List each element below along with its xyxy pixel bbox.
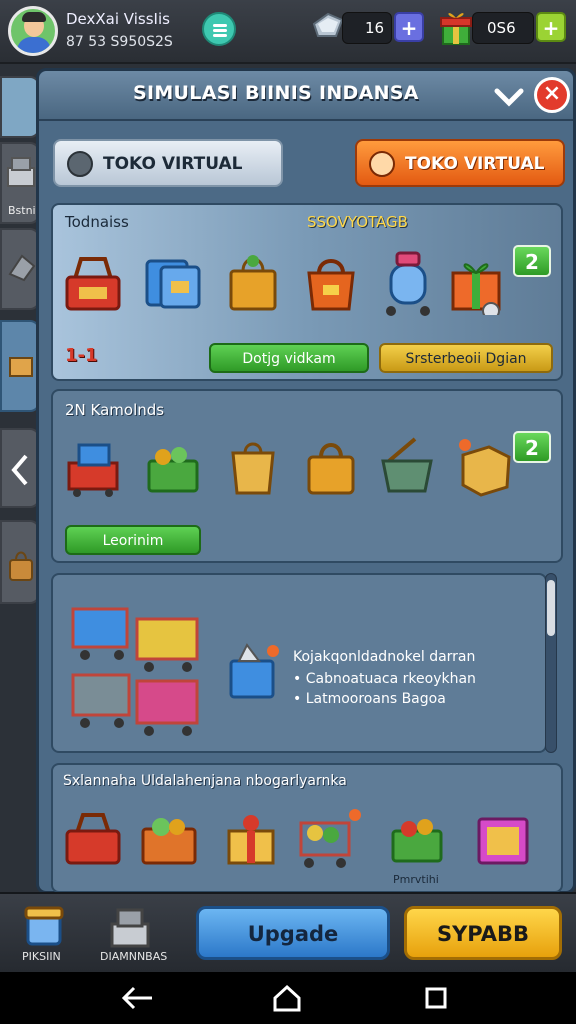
info-line-1: Kojakqonldadnokel darran <box>293 649 476 665</box>
shop-icon <box>9 357 33 377</box>
coins-counter: 0S6 <box>472 12 534 44</box>
sidebar-tab-bag[interactable] <box>0 520 40 604</box>
gems-value: 16 <box>365 19 385 37</box>
grocery-cart-icon[interactable] <box>293 807 363 871</box>
teal-basket-icon[interactable] <box>375 435 439 499</box>
red-basket-icon[interactable] <box>61 251 125 315</box>
store-jar-icon[interactable] <box>22 904 66 948</box>
category-items-card: 2N Kamolnds 2 Leorinim <box>51 389 563 563</box>
pink-shelf-icon[interactable] <box>471 807 535 871</box>
add-coins-button[interactable]: + <box>536 12 566 42</box>
panel-title: SIMULASI BIINIS INDANSA <box>133 82 419 104</box>
upgrade-button[interactable]: Upgade <box>196 906 390 960</box>
sidebar-tab-back[interactable] <box>0 428 40 508</box>
tools-icon <box>8 254 36 282</box>
red-basket-icon[interactable] <box>61 807 125 871</box>
sidebar-tab-shop[interactable] <box>0 320 40 412</box>
top-hud: DexXai VissIis 87 53 S950S2S 16 + 0S6 + <box>0 0 576 64</box>
business-sim-panel: SIMULASI BIINIS INDANSA × TOKO VIRTUAL T… <box>36 68 576 894</box>
chevron-down-icon[interactable] <box>494 85 524 109</box>
produce-crate-icon[interactable] <box>137 807 201 871</box>
featured-items-card: Todnaiss SSOVYOTAGB 2 1-1 Dotjg vidkam S… <box>51 203 563 381</box>
section-title-right: SSOVYOTAGB <box>307 213 408 231</box>
present-box-icon[interactable] <box>219 807 283 871</box>
cart-boxes-icon[interactable] <box>61 435 125 499</box>
panel-header: SIMULASI BIINIS INDANSA × <box>39 71 573 121</box>
player-avatar[interactable] <box>8 6 58 56</box>
bottom-left-label: PIKSIIN <box>22 950 61 963</box>
section-title: Sxlannaha Uldalahenjana nbogarlyarnka <box>63 773 347 789</box>
paper-bag-icon[interactable] <box>221 435 285 499</box>
cardboard-box-icon[interactable] <box>453 435 517 499</box>
scrollbar[interactable] <box>545 573 557 753</box>
stock-counter: 1-1 <box>65 345 98 366</box>
buy-button[interactable]: Dotjg vidkam <box>209 343 369 373</box>
blue-tote-icon <box>229 643 279 699</box>
system-nav-bar <box>0 972 576 1024</box>
learn-button[interactable]: Leorinim <box>65 525 201 555</box>
info-line-2: • Cabnoatuaca rkeoykhan <box>293 671 476 687</box>
upgrade-stock-button[interactable]: Srsterbeoii Dgian <box>379 343 553 373</box>
info-line-3: • Latmooroans Bagoa <box>293 691 446 707</box>
green-produce-basket-icon[interactable] <box>385 807 449 871</box>
green-basket-icon[interactable] <box>141 435 205 499</box>
section-title: Todnaiss <box>65 213 129 231</box>
tab-virtual-store-right[interactable]: TOKO VIRTUAL <box>355 139 565 187</box>
menu-icon[interactable] <box>202 12 236 46</box>
back-arrow-icon[interactable] <box>120 984 154 1012</box>
store-collection-card: Sxlannaha Uldalahenjana nbogarlyarnka Pm… <box>51 763 563 893</box>
home-icon[interactable] <box>272 984 302 1012</box>
bottom-mid-label: DIAMNNBAS <box>100 950 168 963</box>
carts-info-card: Kojakqonldadnokel darran • Cabnoatuaca r… <box>51 573 547 753</box>
cash-register-icon <box>7 157 35 187</box>
bottom-action-bar: PIKSIIN DIAMNNBAS Upgade SYPABB <box>0 892 576 972</box>
gem-icon <box>312 12 344 37</box>
blue-box-icon[interactable] <box>141 251 205 315</box>
gift-present-icon[interactable] <box>445 251 509 315</box>
section-title: 2N Kamolnds <box>65 401 165 419</box>
count-badge: 2 <box>513 431 551 463</box>
shopping-carts-icon <box>71 607 199 736</box>
scrollbar-thumb[interactable] <box>547 580 555 636</box>
count-badge: 2 <box>513 245 551 277</box>
chevron-left-icon <box>11 454 28 486</box>
sidebar-tab-label: Bstni <box>8 204 36 217</box>
tab-label: TOKO VIRTUAL <box>103 154 243 174</box>
gift-icon <box>440 13 472 45</box>
cleaning-trolley-icon[interactable] <box>375 245 449 319</box>
confirm-button[interactable]: SYPABB <box>404 906 562 960</box>
recents-icon[interactable] <box>424 986 448 1010</box>
gems-counter: 16 <box>342 12 392 44</box>
register-icon[interactable] <box>108 906 152 950</box>
gift-box-icon[interactable] <box>221 251 285 315</box>
sidebar-tab-top[interactable] <box>0 76 40 138</box>
orange-bag-icon[interactable] <box>299 251 363 315</box>
add-gems-button[interactable]: + <box>394 12 424 42</box>
item-label: Pmrvtihi <box>393 873 439 886</box>
sidebar-tab-tools[interactable] <box>0 228 40 310</box>
tab-virtual-store-left[interactable]: TOKO VIRTUAL <box>53 139 283 187</box>
shopping-bag-icon[interactable] <box>299 435 363 499</box>
tab-label: TOKO VIRTUAL <box>405 154 545 174</box>
bag-icon <box>9 551 33 581</box>
player-id: 87 53 S950S2S <box>66 34 173 50</box>
shopkeeper-icon <box>369 151 395 177</box>
coins-value: 0S6 <box>487 19 516 37</box>
player-name: DexXai VissIis <box>66 10 170 28</box>
clock-icon <box>67 151 93 177</box>
close-button[interactable]: × <box>534 77 570 113</box>
